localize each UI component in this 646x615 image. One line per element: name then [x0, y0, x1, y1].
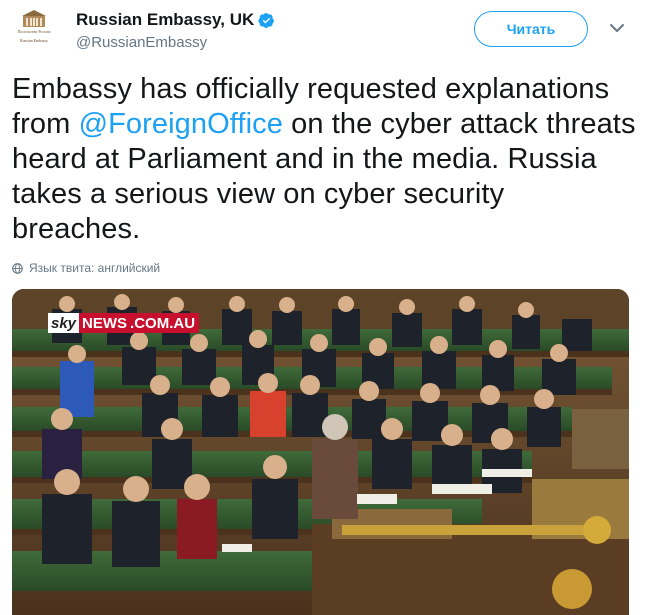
language-label: Язык твита: английский [29, 261, 161, 275]
tweet-language-note[interactable]: Язык твита: английский [12, 261, 160, 275]
avatar-text-ru: Посольство России [17, 29, 51, 34]
avatar-text-en: Russian Embassy [19, 38, 49, 43]
tweet-header: Посольство России Russian Embassy Russia… [0, 0, 646, 64]
logo-domain: .COM.AU [130, 313, 200, 333]
tweet-text: Embassy has officially requested explana… [12, 72, 637, 247]
mention-link[interactable]: @ForeignOffice [79, 108, 283, 140]
handle[interactable]: @RussianEmbassy [76, 34, 207, 51]
verified-badge-icon [258, 12, 275, 28]
embassy-building-icon [22, 10, 46, 27]
tweet-media-photo[interactable]: sky NEWS .COM.AU [12, 289, 629, 615]
logo-sky: sky [48, 313, 80, 333]
globe-icon [12, 262, 23, 274]
sky-news-logo: sky NEWS .COM.AU [48, 313, 200, 333]
follow-button[interactable]: Читать [474, 11, 588, 47]
display-name[interactable]: Russian Embassy, UK [76, 10, 254, 30]
parliament-photo [12, 289, 629, 615]
logo-news: NEWS [79, 313, 131, 333]
chevron-down-icon[interactable] [609, 22, 625, 34]
avatar[interactable]: Посольство России Russian Embassy [10, 6, 58, 54]
name-row: Russian Embassy, UK [76, 10, 275, 30]
